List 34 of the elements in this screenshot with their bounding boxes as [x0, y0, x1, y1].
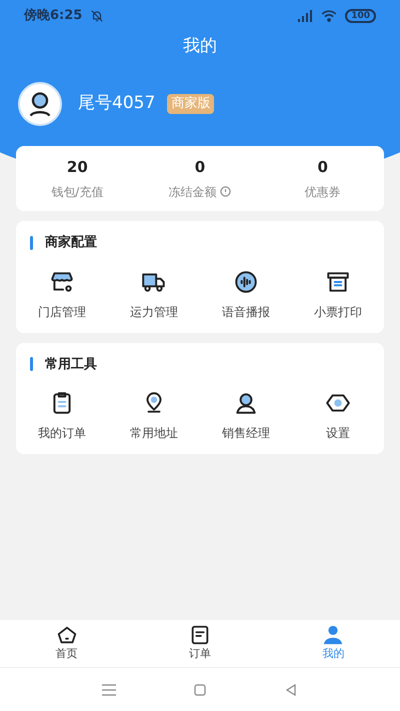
menu-item[interactable]: 小票打印: [292, 268, 384, 320]
info-icon: [220, 186, 232, 198]
user-icon: [322, 624, 344, 646]
merchant-badge: 商家版: [167, 94, 214, 114]
menu-item[interactable]: 常用地址: [108, 390, 200, 442]
status-time: 傍晚6:25: [24, 7, 82, 26]
back-icon[interactable]: [284, 684, 297, 696]
section-title: 常用工具: [45, 356, 97, 374]
tab[interactable]: 订单: [133, 620, 267, 667]
stat-value: 0: [194, 157, 206, 178]
menu-item[interactable]: 我的订单: [16, 390, 108, 442]
bell-off-icon: [90, 9, 104, 23]
tab[interactable]: 我的: [266, 620, 400, 667]
home-square-icon[interactable]: [194, 684, 206, 696]
stat-label: 冻结金额: [168, 184, 216, 201]
tab[interactable]: 首页: [0, 620, 134, 667]
section-title: 商家配置: [45, 234, 97, 252]
menu-item[interactable]: 销售经理: [200, 390, 292, 442]
stat-value: 0: [317, 157, 328, 178]
stat-label: 优惠券: [304, 184, 341, 201]
home-icon: [56, 624, 78, 646]
menu-icon[interactable]: [102, 684, 116, 696]
user-name: 尾号4057: [78, 92, 156, 116]
battery-indicator: 100: [345, 9, 376, 23]
signal-icon: [297, 10, 314, 22]
page-title: 我的: [182, 35, 218, 58]
stat-value: 20: [66, 157, 88, 178]
wifi-icon: [321, 10, 338, 22]
stat-label: 钱包/充值: [51, 184, 104, 201]
menu-item[interactable]: 门店管理: [16, 268, 108, 320]
menu-item[interactable]: 设置: [292, 390, 384, 442]
menu-item[interactable]: 运力管理: [108, 268, 200, 320]
menu-item[interactable]: 语音播报: [200, 268, 292, 320]
sound-wave-icon: [233, 268, 259, 294]
